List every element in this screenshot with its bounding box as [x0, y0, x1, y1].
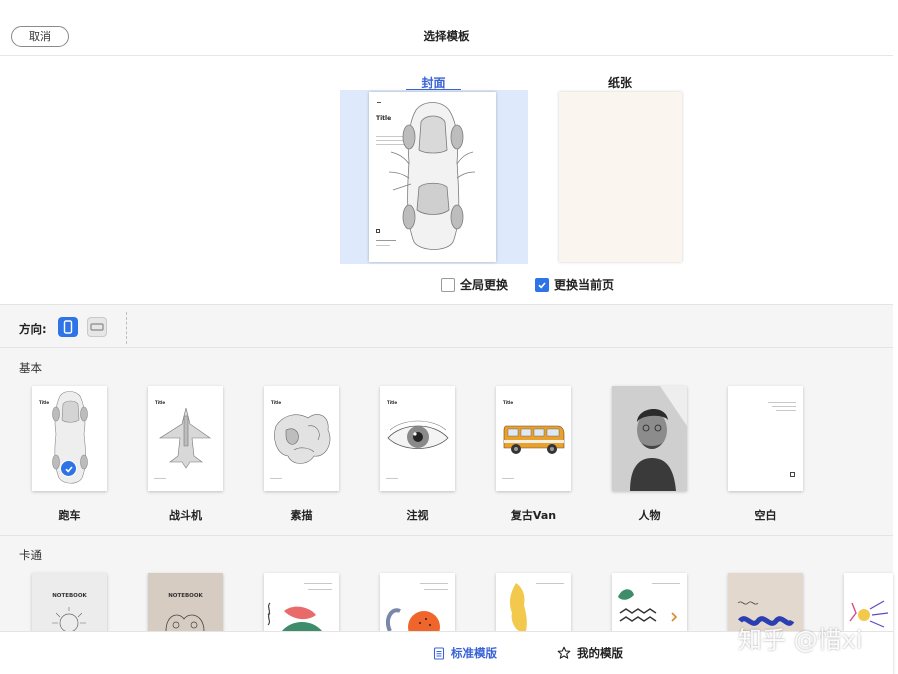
landscape-orientation-button[interactable] — [87, 317, 107, 337]
cover-text-line — [376, 245, 390, 246]
template-label: 注视 — [406, 509, 429, 522]
thumb-text-line — [154, 478, 166, 479]
check-icon — [538, 281, 546, 289]
template-thumb-sketch[interactable]: Title — [264, 386, 339, 491]
template-label: 战斗机 — [169, 509, 202, 522]
page-title: 选择模板 — [423, 29, 470, 43]
replace-current-checkbox[interactable] — [535, 277, 549, 292]
watermark: 知乎 @惜xi — [738, 626, 863, 654]
tab-mine-label: 我的模版 — [577, 646, 623, 660]
cover-text-line — [376, 240, 396, 241]
template-label: 复古Van — [510, 509, 557, 522]
section-label-cartoon: 卡通 — [19, 548, 42, 562]
template-thumb-gaze[interactable]: Title — [380, 386, 455, 491]
thumb-text-line — [386, 478, 398, 479]
tab-standard-templates[interactable]: 标准模版 — [433, 645, 497, 661]
sketch-illustration — [274, 414, 331, 464]
list-document-icon — [433, 646, 445, 660]
selected-check-badge — [60, 460, 77, 477]
replace-current-option[interactable]: 更换当前页 — [535, 276, 614, 293]
section-divider — [0, 535, 893, 536]
replace-all-option[interactable]: 全局更换 — [441, 276, 508, 293]
replace-current-label: 更换当前页 — [554, 278, 615, 292]
thumb-text-line — [420, 583, 448, 584]
portrait-orientation-button[interactable] — [58, 317, 78, 337]
paper-preview[interactable] — [559, 92, 682, 262]
template-label: 素描 — [290, 509, 313, 522]
thumb-text-line — [772, 406, 796, 407]
template-thumb-blank[interactable] — [728, 386, 803, 491]
thumb-text-line — [304, 583, 332, 584]
toolbar-divider — [126, 312, 127, 344]
header-bar: 取消 选择模板 — [0, 0, 893, 56]
portrait-icon — [63, 320, 73, 334]
eye-illustration — [387, 420, 449, 449]
template-picker-window: 取消 选择模板 封面 纸张 Title 全局更换 更换当前页 方向: 基本 Ti… — [0, 0, 898, 674]
thumb-text-line — [270, 478, 282, 479]
landscape-icon — [90, 323, 104, 331]
thumb-text-line — [424, 589, 448, 590]
template-label: 跑车 — [58, 509, 81, 522]
fighter-jet-illustration — [158, 407, 211, 469]
tab-standard-label: 标准模版 — [451, 646, 497, 660]
template-thumb-fighter-jet[interactable]: Title — [148, 386, 223, 491]
star-icon — [557, 646, 571, 659]
thumb-text-line — [308, 589, 332, 590]
template-thumb-retro-van[interactable]: Title — [496, 386, 571, 491]
thumb-text-line — [502, 478, 514, 479]
orientation-row: 方向: — [0, 304, 893, 348]
thumb-text-line — [776, 410, 796, 411]
thumb-text-line — [768, 402, 796, 403]
section-label-basic: 基本 — [19, 361, 42, 375]
tab-my-templates[interactable]: 我的模版 — [557, 645, 623, 661]
replace-all-label: 全局更换 — [460, 278, 509, 292]
cover-preview[interactable]: Title — [369, 92, 496, 262]
template-label: 人物 — [638, 509, 661, 522]
template-thumb-person[interactable] — [612, 386, 687, 491]
check-icon — [64, 465, 73, 473]
thumb-notebook-text: NOTEBOOK — [168, 593, 203, 599]
template-label: 空白 — [754, 509, 777, 522]
yellow-vase-illustration — [509, 583, 527, 631]
leaf-zigzag-illustration — [618, 589, 678, 622]
portrait-illustration — [612, 386, 687, 491]
thumb-notebook-text: NOTEBOOK — [52, 593, 87, 599]
template-thumb-sports-car[interactable]: Title — [32, 386, 107, 491]
replace-all-checkbox[interactable] — [441, 277, 455, 292]
thumb-logo-mark — [790, 472, 795, 477]
orientation-label: 方向: — [19, 322, 47, 336]
sports-car-illustration — [388, 102, 476, 250]
cover-logo-mark — [376, 229, 380, 233]
van-illustration — [503, 425, 565, 454]
tab-paper[interactable]: 纸张 — [590, 74, 650, 91]
